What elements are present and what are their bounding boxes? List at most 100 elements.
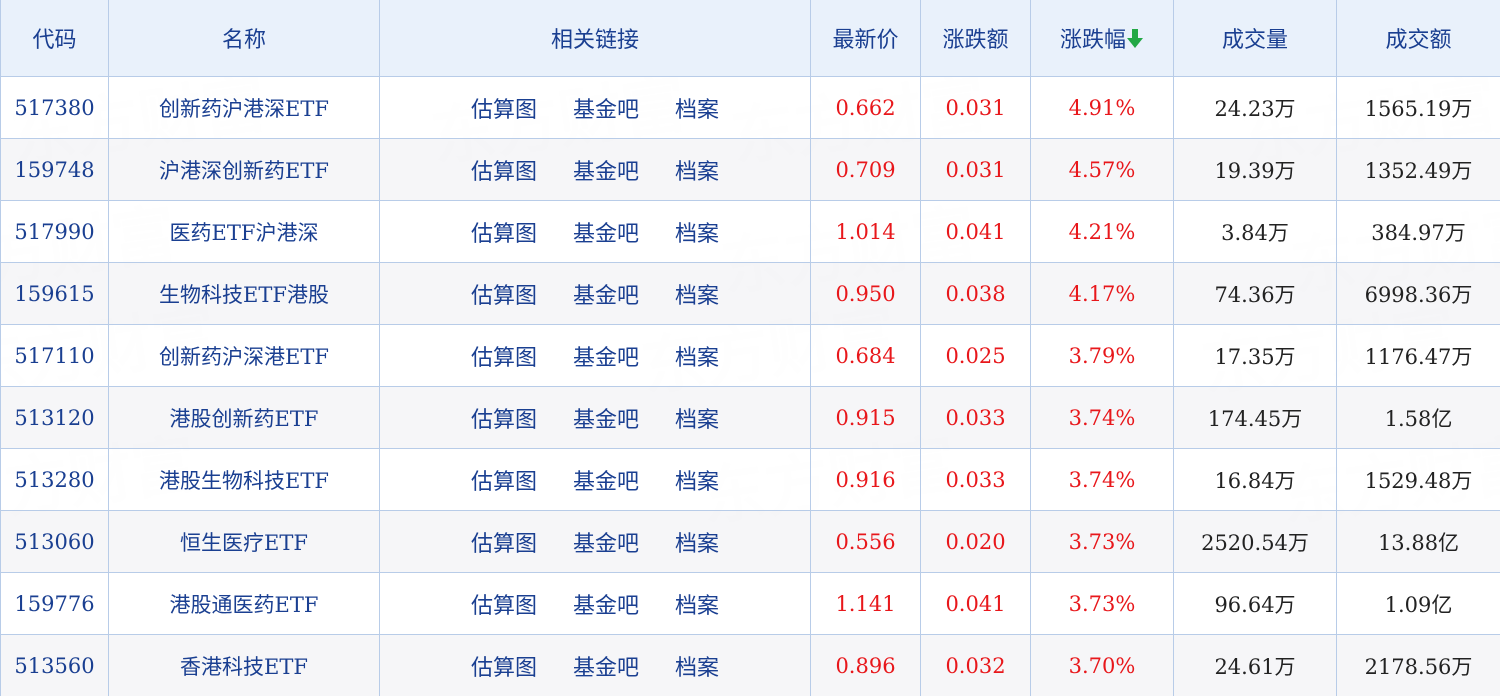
fund-name-link[interactable]: 香港科技ETF xyxy=(108,634,380,696)
price-change: 0.038 xyxy=(920,262,1031,325)
price-change: 0.033 xyxy=(920,386,1031,449)
trade-volume: 96.64万 xyxy=(1173,572,1337,635)
price-change: 0.032 xyxy=(920,634,1031,696)
fund-name-link[interactable]: 港股生物科技ETF xyxy=(108,448,380,511)
fund-profile-link[interactable]: 档案 xyxy=(675,650,719,682)
fund-name-link[interactable]: 恒生医疗ETF xyxy=(108,510,380,573)
related-links-cell: 估算图 基金吧 档案 xyxy=(379,634,811,696)
fund-forum-link[interactable]: 基金吧 xyxy=(573,526,639,558)
fund-code[interactable]: 517380 xyxy=(0,76,109,139)
price-change: 0.020 xyxy=(920,510,1031,573)
price-change: 0.033 xyxy=(920,448,1031,511)
fund-profile-link[interactable]: 档案 xyxy=(675,526,719,558)
header-code[interactable]: 代码 xyxy=(0,0,109,77)
latest-price: 0.684 xyxy=(810,324,921,387)
fund-code[interactable]: 159776 xyxy=(0,572,109,635)
fund-code[interactable]: 513120 xyxy=(0,386,109,449)
latest-price: 0.896 xyxy=(810,634,921,696)
header-links: 相关链接 xyxy=(379,0,811,77)
estimate-chart-link[interactable]: 估算图 xyxy=(471,278,537,310)
fund-profile-link[interactable]: 档案 xyxy=(675,402,719,434)
header-change[interactable]: 涨跌额 xyxy=(920,0,1031,77)
trade-turnover: 1352.49万 xyxy=(1336,138,1500,201)
table-row: 513280 港股生物科技ETF 估算图 基金吧 档案 0.916 0.033 … xyxy=(0,448,1500,511)
trade-turnover: 1176.47万 xyxy=(1336,324,1500,387)
table-row: 159615 生物科技ETF港股 估算图 基金吧 档案 0.950 0.038 … xyxy=(0,262,1500,325)
fund-forum-link[interactable]: 基金吧 xyxy=(573,402,639,434)
related-links-cell: 估算图 基金吧 档案 xyxy=(379,510,811,573)
header-volume[interactable]: 成交量 xyxy=(1173,0,1337,77)
fund-name-link[interactable]: 沪港深创新药ETF xyxy=(108,138,380,201)
fund-code[interactable]: 513280 xyxy=(0,448,109,511)
price-change: 0.041 xyxy=(920,200,1031,263)
header-turnover[interactable]: 成交额 xyxy=(1336,0,1500,77)
fund-name-link[interactable]: 医药ETF沪港深 xyxy=(108,200,380,263)
trade-volume: 24.23万 xyxy=(1173,76,1337,139)
fund-forum-link[interactable]: 基金吧 xyxy=(573,154,639,186)
fund-name-link[interactable]: 创新药沪港深ETF xyxy=(108,76,380,139)
price-change: 0.031 xyxy=(920,138,1031,201)
latest-price: 1.014 xyxy=(810,200,921,263)
trade-volume: 174.45万 xyxy=(1173,386,1337,449)
estimate-chart-link[interactable]: 估算图 xyxy=(471,92,537,124)
related-links-cell: 估算图 基金吧 档案 xyxy=(379,200,811,263)
fund-code[interactable]: 513560 xyxy=(0,634,109,696)
estimate-chart-link[interactable]: 估算图 xyxy=(471,340,537,372)
table-body: 517380 创新药沪港深ETF 估算图 基金吧 档案 0.662 0.031 … xyxy=(0,76,1500,696)
fund-forum-link[interactable]: 基金吧 xyxy=(573,216,639,248)
fund-profile-link[interactable]: 档案 xyxy=(675,92,719,124)
related-links-cell: 估算图 基金吧 档案 xyxy=(379,448,811,511)
price-change-pct: 3.73% xyxy=(1030,572,1174,635)
header-name: 名称 xyxy=(108,0,380,77)
table-row: 513560 香港科技ETF 估算图 基金吧 档案 0.896 0.032 3.… xyxy=(0,634,1500,696)
fund-forum-link[interactable]: 基金吧 xyxy=(573,340,639,372)
price-change-pct: 3.70% xyxy=(1030,634,1174,696)
latest-price: 0.915 xyxy=(810,386,921,449)
trade-volume: 3.84万 xyxy=(1173,200,1337,263)
fund-forum-link[interactable]: 基金吧 xyxy=(573,464,639,496)
fund-forum-link[interactable]: 基金吧 xyxy=(573,92,639,124)
price-change-pct: 4.91% xyxy=(1030,76,1174,139)
trade-turnover: 1.09亿 xyxy=(1336,572,1500,635)
table-row: 517110 创新药沪深港ETF 估算图 基金吧 档案 0.684 0.025 … xyxy=(0,324,1500,387)
fund-code[interactable]: 513060 xyxy=(0,510,109,573)
fund-name-link[interactable]: 港股通医药ETF xyxy=(108,572,380,635)
related-links-cell: 估算图 基金吧 档案 xyxy=(379,76,811,139)
header-price[interactable]: 最新价 xyxy=(810,0,921,77)
latest-price: 0.662 xyxy=(810,76,921,139)
table-row: 159748 沪港深创新药ETF 估算图 基金吧 档案 0.709 0.031 … xyxy=(0,138,1500,201)
fund-code[interactable]: 159615 xyxy=(0,262,109,325)
fund-profile-link[interactable]: 档案 xyxy=(675,154,719,186)
fund-forum-link[interactable]: 基金吧 xyxy=(573,588,639,620)
fund-name-link[interactable]: 创新药沪深港ETF xyxy=(108,324,380,387)
fund-code[interactable]: 517990 xyxy=(0,200,109,263)
estimate-chart-link[interactable]: 估算图 xyxy=(471,402,537,434)
fund-forum-link[interactable]: 基金吧 xyxy=(573,650,639,682)
fund-code[interactable]: 517110 xyxy=(0,324,109,387)
fund-forum-link[interactable]: 基金吧 xyxy=(573,278,639,310)
latest-price: 1.141 xyxy=(810,572,921,635)
estimate-chart-link[interactable]: 估算图 xyxy=(471,588,537,620)
fund-name-link[interactable]: 港股创新药ETF xyxy=(108,386,380,449)
header-pct[interactable]: 涨跌幅 xyxy=(1030,0,1174,77)
fund-table-container: 东方财富东方财富东方财富东方财富东方财富东方财富东方财富东方财富东方财富东方财富… xyxy=(0,0,1500,696)
trade-turnover: 1529.48万 xyxy=(1336,448,1500,511)
estimate-chart-link[interactable]: 估算图 xyxy=(471,154,537,186)
fund-profile-link[interactable]: 档案 xyxy=(675,464,719,496)
price-change-pct: 3.73% xyxy=(1030,510,1174,573)
estimate-chart-link[interactable]: 估算图 xyxy=(471,650,537,682)
estimate-chart-link[interactable]: 估算图 xyxy=(471,464,537,496)
fund-profile-link[interactable]: 档案 xyxy=(675,588,719,620)
trade-volume: 16.84万 xyxy=(1173,448,1337,511)
estimate-chart-link[interactable]: 估算图 xyxy=(471,526,537,558)
fund-profile-link[interactable]: 档案 xyxy=(675,216,719,248)
price-change-pct: 4.57% xyxy=(1030,138,1174,201)
trade-turnover: 384.97万 xyxy=(1336,200,1500,263)
price-change: 0.041 xyxy=(920,572,1031,635)
estimate-chart-link[interactable]: 估算图 xyxy=(471,216,537,248)
fund-name-link[interactable]: 生物科技ETF港股 xyxy=(108,262,380,325)
trade-turnover: 2178.56万 xyxy=(1336,634,1500,696)
fund-profile-link[interactable]: 档案 xyxy=(675,340,719,372)
fund-profile-link[interactable]: 档案 xyxy=(675,278,719,310)
fund-code[interactable]: 159748 xyxy=(0,138,109,201)
